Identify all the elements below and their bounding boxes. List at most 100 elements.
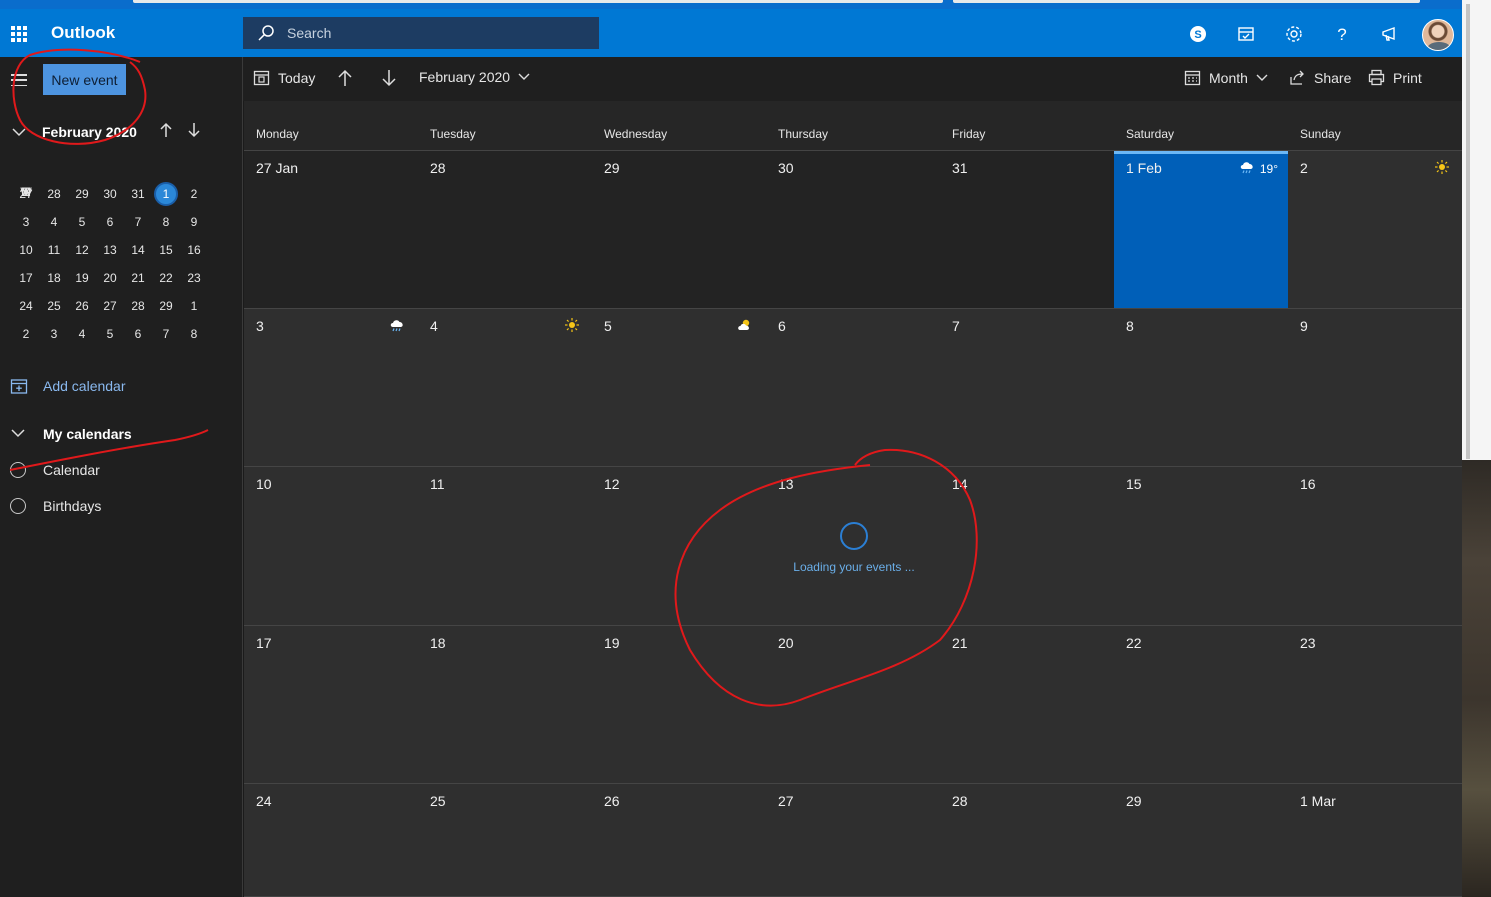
mini-calendar-day[interactable]: 29 xyxy=(68,180,96,208)
mini-calendar-day[interactable]: 5 xyxy=(68,208,96,236)
calendar-day-cell[interactable]: 19 xyxy=(592,626,766,783)
feedback-megaphone-icon[interactable] xyxy=(1379,23,1401,45)
calendar-toggle-circle[interactable] xyxy=(10,462,26,478)
calendar-day-cell[interactable]: 30 xyxy=(766,151,940,308)
calendar-day-cell[interactable]: 9 xyxy=(1288,309,1462,466)
mini-calendar-day[interactable]: 17 xyxy=(12,264,40,292)
calendar-day-cell[interactable]: 11 xyxy=(418,467,592,625)
mini-calendar-day[interactable]: 4 xyxy=(40,208,68,236)
calendar-day-cell[interactable]: 14 xyxy=(940,467,1114,625)
mini-calendar-day[interactable]: 7 xyxy=(152,320,180,348)
mini-calendar-day[interactable]: 23 xyxy=(180,264,208,292)
app-launcher-waffle-icon[interactable] xyxy=(11,26,27,42)
calendar-day-cell[interactable]: 2 xyxy=(1288,151,1462,308)
search-box[interactable] xyxy=(243,17,599,49)
settings-gear-icon[interactable] xyxy=(1283,23,1305,45)
mini-calendar-day[interactable]: 13 xyxy=(96,236,124,264)
chevron-down-icon[interactable] xyxy=(12,125,26,139)
calendar-day-cell[interactable]: 10 xyxy=(244,467,418,625)
view-switcher[interactable]: Month xyxy=(1184,69,1276,86)
calendar-day-cell[interactable]: 18 xyxy=(418,626,592,783)
calendar-day-cell[interactable]: 17 xyxy=(244,626,418,783)
calendar-day-cell[interactable]: 5 xyxy=(592,309,766,466)
arrow-down-icon[interactable] xyxy=(187,122,201,138)
calendar-day-cell[interactable]: 21 xyxy=(940,626,1114,783)
calendar-day-cell[interactable]: 27 Jan xyxy=(244,151,418,308)
weather-forecast[interactable] xyxy=(737,318,758,335)
calendar-day-cell[interactable]: 6 xyxy=(766,309,940,466)
mini-calendar-day[interactable]: 27 xyxy=(96,292,124,320)
scrollbar[interactable] xyxy=(1466,4,1470,459)
hamburger-menu-icon[interactable] xyxy=(11,74,27,86)
skype-icon[interactable]: S xyxy=(1187,23,1209,45)
app-title[interactable]: Outlook xyxy=(51,23,115,43)
mini-calendar-day[interactable]: 16 xyxy=(180,236,208,264)
mini-calendar-day[interactable]: 2 xyxy=(12,320,40,348)
calendar-day-cell[interactable]: 7 xyxy=(940,309,1114,466)
add-calendar-link[interactable]: Add calendar xyxy=(10,377,126,395)
mini-calendar-day[interactable]: 4 xyxy=(68,320,96,348)
calendar-day-cell[interactable]: 8 xyxy=(1114,309,1288,466)
period-picker[interactable]: February 2020 xyxy=(419,69,538,85)
mini-calendar-day[interactable]: 6 xyxy=(124,320,152,348)
mini-calendar-day[interactable]: 3 xyxy=(40,320,68,348)
mini-calendar-day[interactable]: 5 xyxy=(96,320,124,348)
mini-calendar-day[interactable]: 28 xyxy=(40,180,68,208)
mini-calendar-day[interactable]: 18 xyxy=(40,264,68,292)
calendar-day-cell[interactable]: 23 xyxy=(1288,626,1462,783)
mini-calendar-day[interactable]: 20 xyxy=(96,264,124,292)
calendar-day-cell[interactable]: 29 xyxy=(1114,784,1288,896)
avatar[interactable] xyxy=(1422,19,1454,51)
mini-calendar-day[interactable]: 30 xyxy=(96,180,124,208)
mini-calendar-day[interactable]: 28 xyxy=(124,292,152,320)
mini-calendar-day[interactable]: 22 xyxy=(152,264,180,292)
mini-calendar-day[interactable]: 9 xyxy=(180,208,208,236)
mini-calendar-day[interactable]: 10 xyxy=(12,236,40,264)
mini-calendar-day[interactable]: 8 xyxy=(152,208,180,236)
mini-calendar-day[interactable]: 3 xyxy=(12,208,40,236)
mini-calendar-day[interactable]: 25 xyxy=(40,292,68,320)
mini-calendar-day[interactable]: 26 xyxy=(68,292,96,320)
calendar-day-cell[interactable]: 25 xyxy=(418,784,592,896)
new-event-button[interactable]: New event xyxy=(43,64,126,95)
calendar-day-cell[interactable]: 4 xyxy=(418,309,592,466)
my-calendars-toggle[interactable]: My calendars xyxy=(10,425,132,446)
mini-calendar-day[interactable]: 15 xyxy=(152,236,180,264)
calendar-day-cell[interactable]: 16 xyxy=(1288,467,1462,625)
mini-calendar-day[interactable]: 11 xyxy=(40,236,68,264)
mini-calendar-day[interactable]: 12 xyxy=(68,236,96,264)
weather-forecast[interactable] xyxy=(565,318,584,335)
my-day-icon[interactable] xyxy=(1235,23,1257,45)
weather-forecast[interactable] xyxy=(389,318,410,335)
calendar-day-cell[interactable]: 24 xyxy=(244,784,418,896)
calendar-item-birthdays[interactable]: Birthdays xyxy=(10,495,210,515)
calendar-day-cell[interactable]: 28 xyxy=(940,784,1114,896)
mini-calendar-day[interactable]: 14 xyxy=(124,236,152,264)
mini-calendar-day[interactable]: 2 xyxy=(180,180,208,208)
mini-calendar-day[interactable]: 31 xyxy=(124,180,152,208)
calendar-day-cell[interactable]: 22 xyxy=(1114,626,1288,783)
arrow-up-icon[interactable] xyxy=(159,122,173,138)
calendar-day-cell[interactable]: 1 Mar xyxy=(1288,784,1462,896)
mini-calendar-day[interactable]: 29 xyxy=(152,292,180,320)
mini-calendar-title[interactable]: February 2020 xyxy=(42,124,137,140)
calendar-day-cell[interactable]: 26 xyxy=(592,784,766,896)
print-button[interactable]: Print xyxy=(1368,69,1422,86)
search-input[interactable] xyxy=(287,25,587,41)
mini-calendar-day[interactable]: 1 xyxy=(152,180,180,208)
mini-calendar-day[interactable]: 8 xyxy=(180,320,208,348)
help-icon[interactable]: ? xyxy=(1331,23,1353,45)
mini-calendar-day[interactable]: 24 xyxy=(12,292,40,320)
weather-forecast[interactable] xyxy=(1435,160,1454,177)
mini-calendar-day[interactable]: 1 xyxy=(180,292,208,320)
calendar-item-calendar[interactable]: Calendar xyxy=(10,459,210,479)
calendar-day-cell[interactable]: 28 xyxy=(418,151,592,308)
calendar-day-cell[interactable]: 1 Feb 19° xyxy=(1114,151,1288,308)
calendar-day-cell[interactable]: 3 xyxy=(244,309,418,466)
calendar-day-cell[interactable]: 29 xyxy=(592,151,766,308)
calendar-day-cell[interactable]: 20 xyxy=(766,626,940,783)
calendar-toggle-circle[interactable] xyxy=(10,498,26,514)
next-period-button[interactable] xyxy=(381,69,405,87)
calendar-day-cell[interactable]: 12 xyxy=(592,467,766,625)
mini-calendar-day[interactable]: 7 xyxy=(124,208,152,236)
